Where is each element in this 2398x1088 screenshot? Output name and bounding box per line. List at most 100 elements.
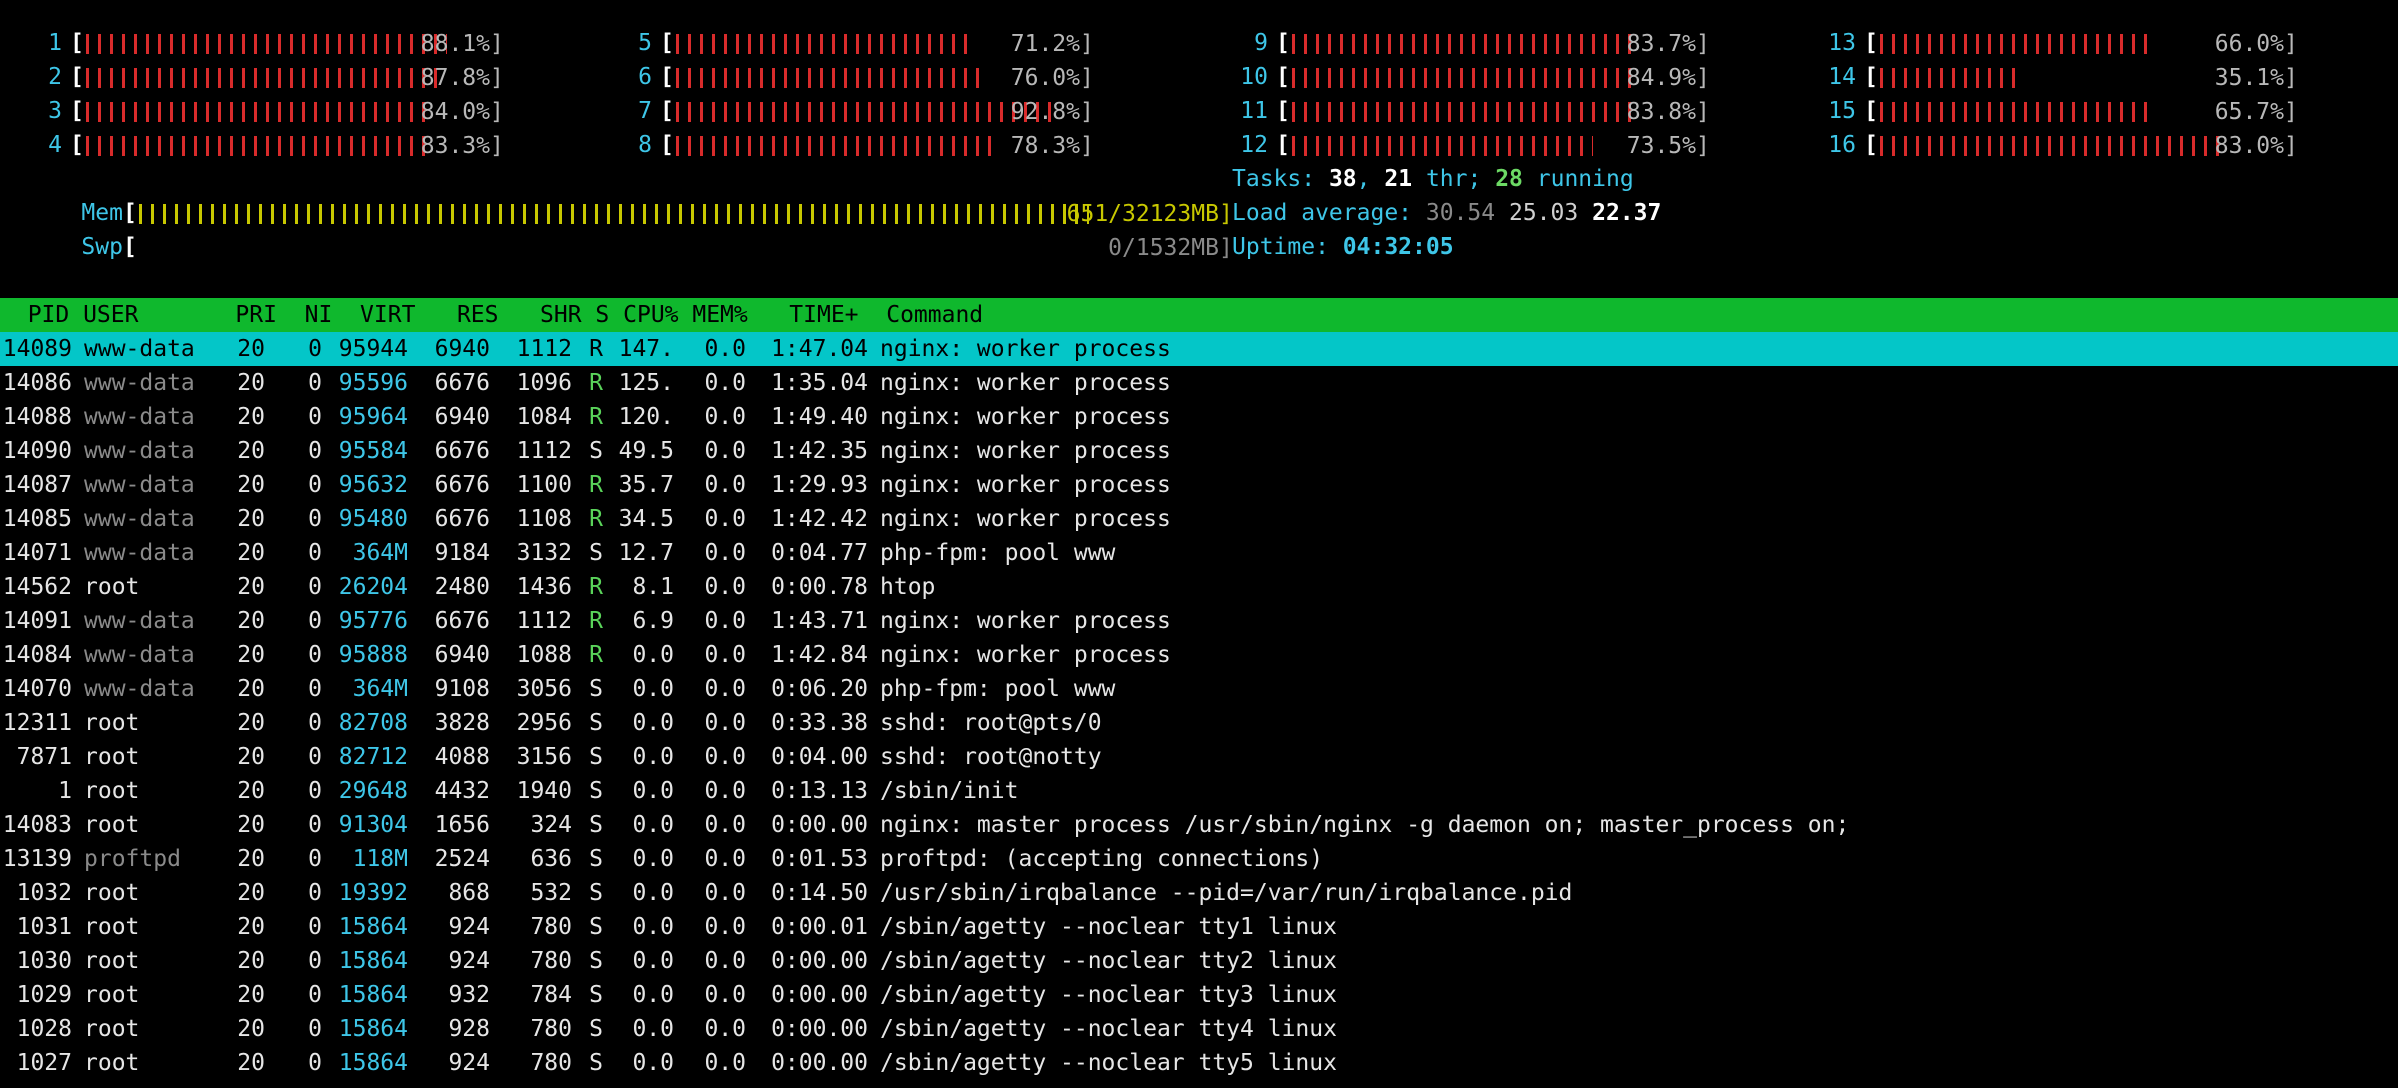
- process-row[interactable]: 14091 www-data 20 0 95776 6676 1112 R 6.9 0.0 1:43…: [0, 604, 2398, 638]
- process-row[interactable]: 14090 www-data 20 0 95584 6676 1112 S 49.5 0.0 1:4…: [0, 434, 2398, 468]
- cpu-meter: 15[65.7%]: [1820, 94, 2298, 128]
- process-pid: 1031: [16, 914, 72, 940]
- cpu-meter: 9[83.7%]: [1232, 26, 1710, 60]
- process-nice: 0: [308, 642, 322, 668]
- process-user: root: [84, 744, 140, 770]
- process-table-header[interactable]: PID USER PRI NI VIRT RES SHR S CPU% MEM%…: [0, 298, 2398, 332]
- process-user: www-data: [84, 438, 195, 464]
- process-shr: 3056: [516, 676, 572, 702]
- process-priority: 20: [237, 1016, 265, 1042]
- process-command: /usr/sbin/irqbalance --pid=/var/run/irqb…: [880, 880, 1573, 906]
- process-virt: 82712: [338, 744, 408, 770]
- process-row[interactable]: 14562 root 20 0 26204 2480 1436 R 8.1 0.0 0:00.78 h…: [0, 570, 2398, 604]
- process-row[interactable]: 7871 root 20 0 82712 4088 3156 S 0.0 0.0 0:04.00 ss…: [0, 740, 2398, 774]
- cpu-percent: 76.0%]: [1010, 64, 1094, 91]
- process-row[interactable]: 1030 root 20 0 15864 924 780 S 0.0 0.0 0:00.00/sbi…: [0, 944, 2398, 978]
- process-state: S: [589, 812, 603, 838]
- process-state: S: [589, 710, 603, 736]
- process-res: 6676: [434, 506, 490, 532]
- process-row[interactable]: 14085 www-data 20 0 95480 6676 1108 R 34.5 0.0 1:4…: [0, 502, 2398, 536]
- process-virt: 118M: [352, 846, 408, 872]
- process-nice: 0: [308, 540, 322, 566]
- cpu-meter: 4[83.3%]: [26, 128, 504, 162]
- cpu-percent: 83.8%]: [1626, 98, 1710, 125]
- process-command: nginx: worker process: [880, 472, 1171, 498]
- cpu-bar-fill: [675, 135, 997, 156]
- process-user: root: [84, 880, 140, 906]
- running-count: 28: [1495, 166, 1523, 192]
- process-row[interactable]: 14086 www-data 20 0 95596 6676 1096 R 125. 0.0 1:3…: [0, 366, 2398, 400]
- process-row[interactable]: 13139 proftpd 20 0 118M 2524 636 S 0.0 0.0 0:01.53…: [0, 842, 2398, 876]
- process-res: 924: [448, 1050, 490, 1076]
- process-time: 1:42.42: [771, 506, 868, 532]
- cpu-bar-fill: [1879, 101, 2149, 122]
- process-row[interactable]: 14088 www-data 20 0 95964 6940 1084 R 120. 0.0 1:4…: [0, 400, 2398, 434]
- process-row[interactable]: 1032 root 20 0 19392 868 532 S 0.0 0.0 0:14.50/usr…: [0, 876, 2398, 910]
- process-priority: 20: [237, 608, 265, 634]
- process-priority: 20: [237, 540, 265, 566]
- process-pid: 1032: [16, 880, 72, 906]
- process-mem: 0.0: [704, 438, 746, 464]
- task-count: 38: [1328, 166, 1357, 192]
- process-nice: 0: [308, 982, 322, 1008]
- swap-meter: Swp[0/1532MB]: [26, 196, 1232, 261]
- process-virt: 15864: [338, 914, 408, 940]
- cpu-bar: 87.8%]: [84, 65, 504, 91]
- process-time: 0:13.13: [771, 778, 868, 804]
- cpu-meter: 6[76.0%]: [616, 60, 1094, 94]
- cpu-meter: 16[83.0%]: [1820, 128, 2298, 162]
- process-pid: 14091: [2, 608, 72, 634]
- process-res: 928: [448, 1016, 490, 1042]
- process-row[interactable]: 1027 root 20 0 15864 924 780 S 0.0 0.0 0:00.00/sbi…: [0, 1046, 2398, 1080]
- process-priority: 20: [237, 642, 265, 668]
- process-row-selected[interactable]: 14089 www-data 20 0 95944 6940 1112 R 147. 0.0 1:4…: [0, 332, 2398, 366]
- process-command: nginx: worker process: [880, 404, 1171, 430]
- process-time: 1:42.84: [771, 642, 868, 668]
- process-shr: 1088: [516, 642, 572, 668]
- process-user: www-data: [84, 472, 195, 498]
- process-nice: 0: [308, 1050, 322, 1076]
- process-row[interactable]: 14070 www-data 20 0 364M 9108 3056 S 0.0 0.0 0:06.…: [0, 672, 2398, 706]
- cpu-meter: 5[71.2%]: [616, 26, 1094, 60]
- process-row[interactable]: 14084 www-data 20 0 95888 6940 1088 R 0.0 0.0 1:42…: [0, 638, 2398, 672]
- process-nice: 0: [308, 744, 322, 770]
- thread-count: 21: [1384, 166, 1413, 192]
- process-res: 6676: [434, 472, 490, 498]
- process-state: R: [589, 574, 603, 600]
- process-shr: 3132: [516, 540, 572, 566]
- process-row[interactable]: 1028 root 20 0 15864 928 780 S 0.0 0.0 0:00.00/sbi…: [0, 1012, 2398, 1046]
- process-virt: 95584: [338, 438, 408, 464]
- process-row[interactable]: 12311 root 20 0 82708 3828 2956 S 0.0 0.0 0:33.38 s…: [0, 706, 2398, 740]
- process-mem: 0.0: [704, 642, 746, 668]
- process-row[interactable]: 1 root 20 0 29648 4432 1940 S 0.0 0.0 0:13.13/sbin…: [0, 774, 2398, 808]
- process-command: /sbin/agetty --noclear tty5 linux: [880, 1050, 1337, 1076]
- process-res: 6676: [434, 438, 490, 464]
- process-nice: 0: [308, 778, 322, 804]
- htop-terminal[interactable]: 1[88.1%] 2[87.8%] 3[84.0%] 4[83.3%] 5[71.2%]…: [0, 0, 2398, 1088]
- process-mem: 0.0: [704, 472, 746, 498]
- cpu-meter: 13[66.0%]: [1820, 26, 2298, 60]
- swap-label: Swp: [81, 234, 123, 260]
- process-state: S: [589, 846, 603, 872]
- cpu-bar: 76.0%]: [674, 65, 1094, 91]
- process-row[interactable]: 1031 root 20 0 15864 924 780 S 0.0 0.0 0:00.01/sbi…: [0, 910, 2398, 944]
- process-nice: 0: [308, 370, 322, 396]
- cpu-percent: 35.1%]: [2214, 64, 2298, 91]
- cpu-bar-fill: [1879, 135, 2220, 156]
- process-command: proftpd: (accepting connections): [880, 846, 1324, 872]
- process-pid: 1: [58, 778, 72, 804]
- cpu-number: 5: [638, 30, 652, 56]
- process-user: www-data: [84, 540, 195, 566]
- process-row[interactable]: 14083 root 20 0 91304 1656 324 S 0.0 0.0 0:00.00 ng…: [0, 808, 2398, 842]
- cpu-percent: 83.7%]: [1626, 30, 1710, 57]
- cpu-bar: 73.5%]: [1290, 133, 1710, 159]
- process-command: htop: [880, 574, 936, 600]
- process-pid: 14086: [2, 370, 72, 396]
- process-row[interactable]: 14087 www-data 20 0 95632 6676 1100 R 35.7 0.0 1:2…: [0, 468, 2398, 502]
- process-pid: 14562: [2, 574, 72, 600]
- process-shr: 636: [530, 846, 572, 872]
- process-row[interactable]: 14071 www-data 20 0 364M 9184 3132 S 12.7 0.0 0:04…: [0, 536, 2398, 570]
- cpu-bar-fill: [85, 67, 446, 88]
- process-command: /sbin/agetty --noclear tty1 linux: [880, 914, 1337, 940]
- process-row[interactable]: 1029 root 20 0 15864 932 784 S 0.0 0.0 0:00.00/sbi…: [0, 978, 2398, 1012]
